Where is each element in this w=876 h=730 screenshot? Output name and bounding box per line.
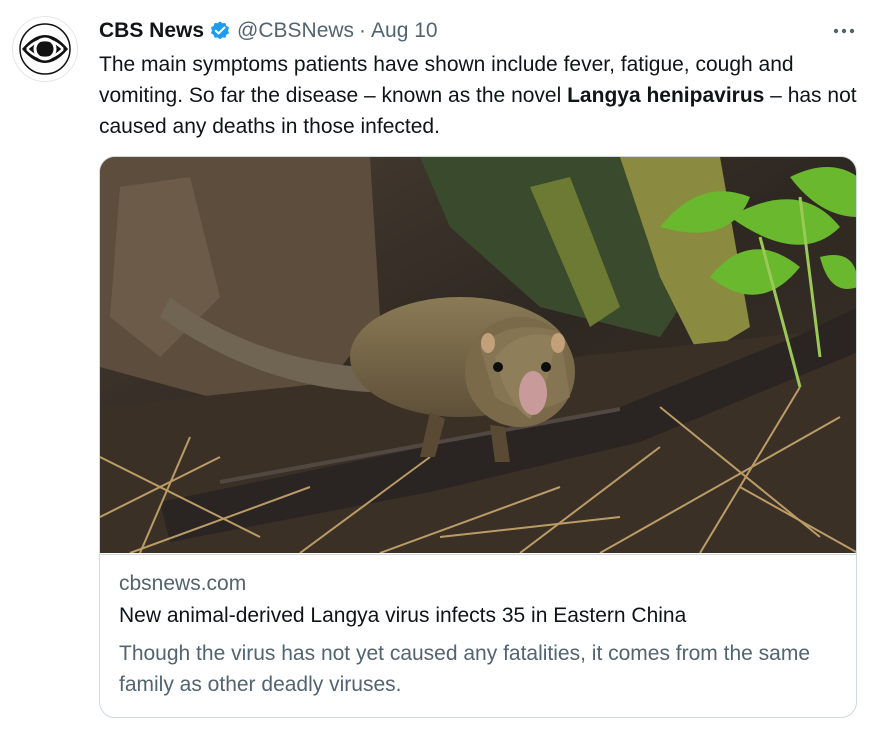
author-name[interactable]: CBS News: [99, 19, 204, 43]
cbs-eye-logo-avatar[interactable]: [12, 16, 78, 82]
cbs-eye-logo-icon: [19, 23, 71, 75]
tweet-header: CBS News @CBSNews · Aug 10: [99, 17, 858, 45]
more-options-icon[interactable]: [830, 19, 858, 43]
tweet-text: The main symptoms patients have shown in…: [99, 49, 859, 142]
verified-badge-icon: [209, 20, 231, 42]
author-handle[interactable]: @CBSNews: [237, 19, 354, 43]
separator-dot: ·: [359, 19, 367, 42]
link-card[interactable]: cbsnews.com New animal-derived Langya vi…: [99, 156, 857, 718]
tweet-date[interactable]: Aug 10: [371, 19, 438, 43]
card-description: Though the virus has not yet caused any …: [119, 642, 811, 696]
tweet-text-bold: Langya henipavirus: [567, 84, 765, 107]
card-info[interactable]: cbsnews.com New animal-derived Langya vi…: [100, 554, 856, 717]
card-domain: cbsnews.com: [119, 572, 247, 595]
card-image[interactable]: [100, 157, 857, 553]
card-title: New animal-derived Langya virus infects …: [119, 604, 687, 627]
